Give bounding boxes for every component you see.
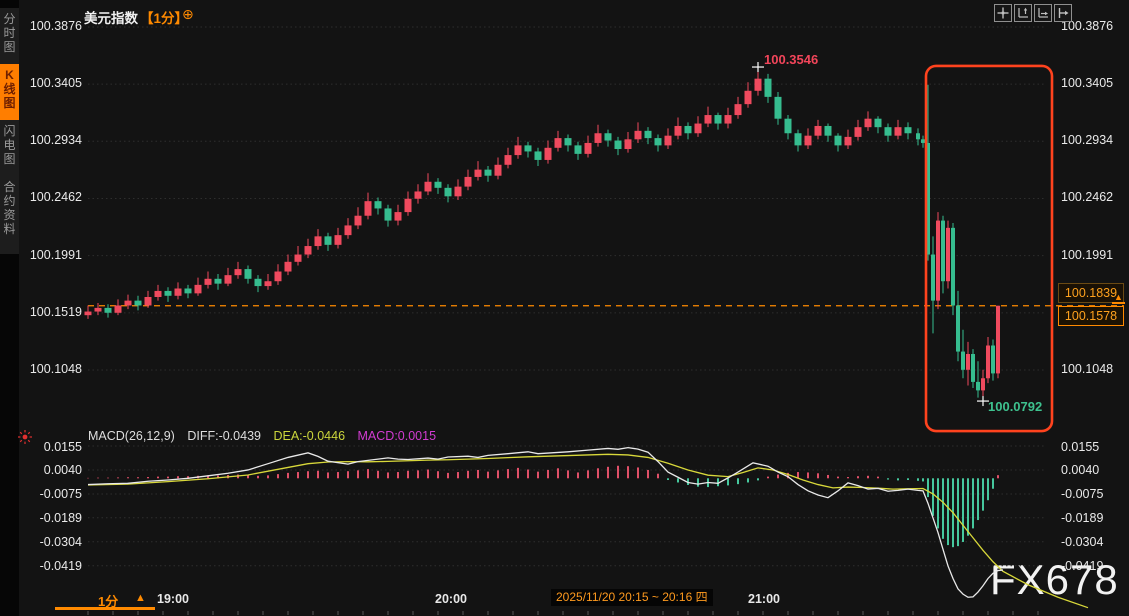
y-axis-label: 100.3405	[29, 76, 82, 90]
y-axis-label: 100.2934	[1061, 133, 1114, 147]
y-axis-label: 100.1991	[29, 248, 82, 262]
macd-axis-label: -0.0189	[1061, 511, 1104, 525]
time-axis-label: 21:00	[748, 592, 780, 606]
y-axis-label: 100.1048	[29, 362, 82, 376]
link-circle-plus-icon[interactable]: ⊕	[182, 6, 194, 23]
tab-contract-info[interactable]: 合约资料	[0, 176, 19, 254]
session-high-label: 100.3546	[764, 52, 819, 67]
chart-toolbar	[994, 4, 1072, 22]
period-expand-icon[interactable]: ▲	[135, 592, 146, 604]
y-axis-label: 100.1519	[29, 305, 82, 319]
tab-intraday-chart[interactable]: 分时图	[0, 8, 19, 68]
time-axis-label: 19:00	[157, 592, 189, 606]
y-axis-label: 100.3405	[1061, 76, 1114, 90]
macd-axis-label: 0.0040	[43, 463, 82, 477]
macd-params: MACD(26,12,9)	[88, 429, 175, 443]
macd-axis-label: -0.0419	[39, 559, 82, 573]
y-axis-label: 100.2934	[29, 133, 82, 147]
macd-diff-value: DIFF:-0.0439	[187, 429, 261, 443]
price-direction-marker: ▲	[1112, 293, 1125, 304]
y-axis-label: 100.1991	[1061, 248, 1114, 262]
macd-axis-label: -0.0189	[39, 511, 82, 525]
trading-terminal: { "header": {"title": "美元指数", "period_ta…	[0, 0, 1129, 616]
last-price-box: 100.1578	[1058, 306, 1124, 326]
price-chart-canvas[interactable]	[0, 0, 1129, 616]
fit-x-axis-icon[interactable]	[1034, 4, 1052, 22]
time-axis-label: 20:00	[435, 592, 467, 606]
macd-axis-label: -0.0304	[1061, 535, 1104, 549]
y-axis-label: 100.2462	[1061, 190, 1114, 204]
hovered-time-range: 2025/11/20 20:15 ~ 20:16 四	[551, 589, 713, 606]
session-low-label: 100.0792	[988, 399, 1043, 414]
y-axis-label: 100.2462	[29, 190, 82, 204]
macd-axis-label: 0.0040	[1061, 463, 1100, 477]
alert-starburst-icon[interactable]	[17, 429, 33, 450]
macd-dea-value: DEA:-0.0446	[273, 429, 346, 443]
macd-axis-label: -0.0075	[1061, 487, 1104, 501]
chart-type-rail: 分时图 K线图 闪电图 合约资料	[0, 0, 19, 616]
macd-macd-value: MACD:0.0015	[357, 429, 437, 443]
macd-axis-label: -0.0075	[39, 487, 82, 501]
period-tag: 【1分】	[140, 11, 189, 26]
fit-y-axis-icon[interactable]	[1014, 4, 1032, 22]
go-latest-icon[interactable]	[1054, 4, 1072, 22]
period-underline	[55, 607, 155, 610]
y-axis-label: 100.1048	[1061, 362, 1114, 376]
tab-lightning-chart[interactable]: 闪电图	[0, 120, 19, 180]
y-axis-label: 100.3876	[29, 19, 82, 33]
up-arrow-icon: ▲	[1114, 292, 1123, 302]
macd-indicator-header: MACD(26,12,9) DIFF:-0.0439 DEA:-0.0446 M…	[88, 429, 436, 443]
symbol-title: 美元指数 【1分】	[84, 11, 189, 26]
pan-icon[interactable]	[994, 4, 1012, 22]
macd-axis-label: -0.0304	[39, 535, 82, 549]
tab-kline-chart[interactable]: K线图	[0, 64, 19, 124]
macd-axis-label: -0.0419	[1061, 559, 1104, 573]
macd-axis-label: 0.0155	[1061, 440, 1100, 454]
